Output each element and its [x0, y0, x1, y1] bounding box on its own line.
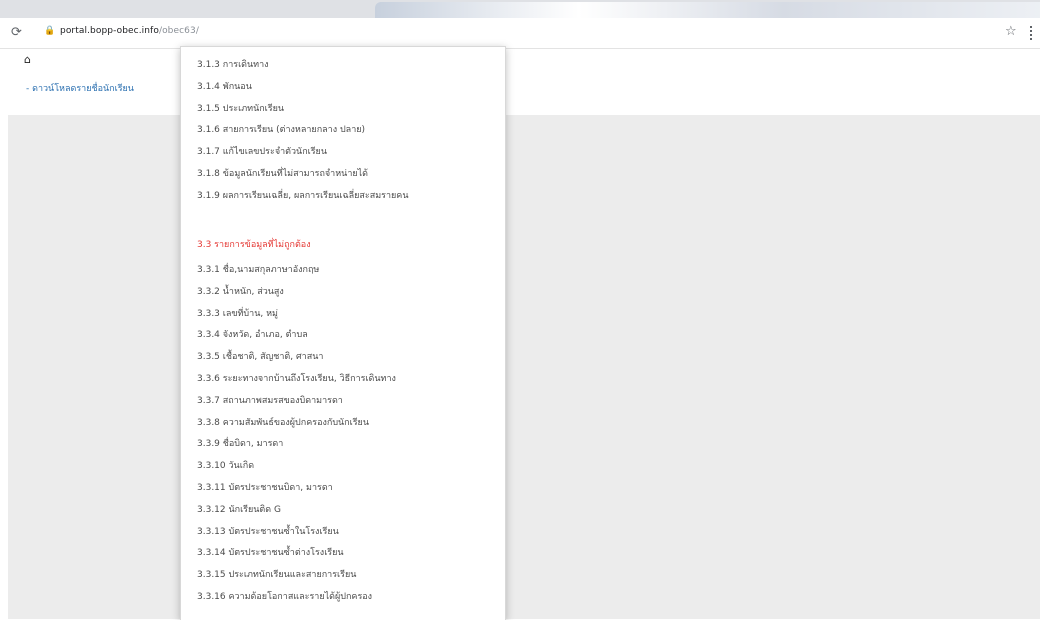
url-host: portal.bopp-obec.info [60, 26, 159, 36]
menu-item[interactable]: 3.3.16 ความด้อยโอกาสและรายได้ผู้ปกครอง [197, 589, 372, 603]
dropdown-menu: 3.1.3 การเดินทาง 3.1.4 พักนอน 3.1.5 ประเภท… [180, 46, 506, 620]
menu-item[interactable]: 3.3.10 วันเกิด [197, 458, 254, 472]
breadcrumb-download-student-list[interactable]: - ดาวน์โหลดรายชื่อนักเรียน [26, 81, 134, 95]
menu-item[interactable]: 3.3.4 จังหวัด, อำเภอ, ตำบล [197, 327, 308, 341]
menu-item[interactable]: 3.3.15 ประเภทนักเรียนและสายการเรียน [197, 567, 356, 581]
home-icon[interactable]: ⌂ [24, 53, 31, 66]
url-text: portal.bopp-obec.info/obec63/ [60, 26, 199, 36]
menu-item[interactable]: 3.1.9 ผลการเรียนเฉลี่ย, ผลการเรียนเฉลี่ย… [197, 188, 408, 202]
browser-toolbar: ⟳ 🔒 portal.bopp-obec.info/obec63/ ☆ [0, 18, 1040, 49]
menu-item[interactable]: 3.1.6 สายการเรียน (ต่างหลายกลาง ปลาย) [197, 122, 365, 136]
browser-menu-icon[interactable] [1030, 26, 1036, 40]
menu-item[interactable]: 3.3.7 สถานภาพสมรสของบิดามารดา [197, 393, 343, 407]
menu-item[interactable]: 3.1.5 ประเภทนักเรียน [197, 101, 284, 115]
address-bar[interactable]: 🔒 portal.bopp-obec.info/obec63/ [36, 22, 1026, 44]
page: ⌂ - ดาวน์โหลดรายชื่อนักเรียน [0, 49, 1040, 619]
menu-header-invalid-data: 3.3 รายการข้อมูลที่ไม่ถูกต้อง [197, 240, 311, 250]
content-area: ⌂ - ดาวน์โหลดรายชื่อนักเรียน [8, 49, 1040, 619]
star-icon[interactable]: ☆ [1005, 24, 1017, 39]
url-path: /obec63/ [158, 26, 199, 36]
menu-item[interactable]: 3.3.11 บัตรประชาชนบิดา, มารดา [197, 480, 333, 494]
menu-item[interactable]: 3.1.8 ข้อมูลนักเรียนที่ไม่สามารถจำหน่ายไ… [197, 166, 368, 180]
menu-item[interactable]: 3.3.5 เชื้อชาติ, สัญชาติ, ศาสนา [197, 349, 323, 363]
menu-item[interactable]: 3.3.13 บัตรประชาชนซ้ำในโรงเรียน [197, 524, 339, 538]
menu-item[interactable]: 3.1.4 พักนอน [197, 79, 252, 93]
menu-item[interactable]: 3.3.6 ระยะทางจากบ้านถึงโรงเรียน, วิธีการ… [197, 371, 396, 385]
menu-item[interactable]: 3.1.3 การเดินทาง [197, 57, 269, 71]
menu-item[interactable]: 3.3.14 บัตรประชาชนซ้ำต่างโรงเรียน [197, 545, 344, 559]
menu-item[interactable]: 3.3.9 ชื่อบิดา, มารดา [197, 436, 283, 450]
menu-item[interactable]: 3.3.2 น้ำหนัก, ส่วนสูง [197, 284, 284, 298]
menu-item[interactable]: 3.3.3 เลขที่บ้าน, หมู่ [197, 306, 278, 320]
browser-tab[interactable] [375, 2, 1040, 18]
content-header: ⌂ - ดาวน์โหลดรายชื่อนักเรียน [8, 49, 1040, 115]
lock-icon[interactable]: 🔒 [44, 26, 55, 36]
browser-tab-strip [0, 0, 1040, 18]
reload-icon[interactable]: ⟳ [11, 25, 22, 40]
menu-item[interactable]: 3.3.1 ชื่อ,นามสกุลภาษาอังกฤษ [197, 262, 319, 276]
menu-item[interactable]: 3.1.7 แก้ไขเลขประจำตัวนักเรียน [197, 144, 327, 158]
menu-item[interactable]: 3.3.12 นักเรียนติด G [197, 502, 281, 516]
menu-item[interactable]: 3.3.8 ความสัมพันธ์ของผู้ปกครองกับนักเรีย… [197, 415, 369, 429]
